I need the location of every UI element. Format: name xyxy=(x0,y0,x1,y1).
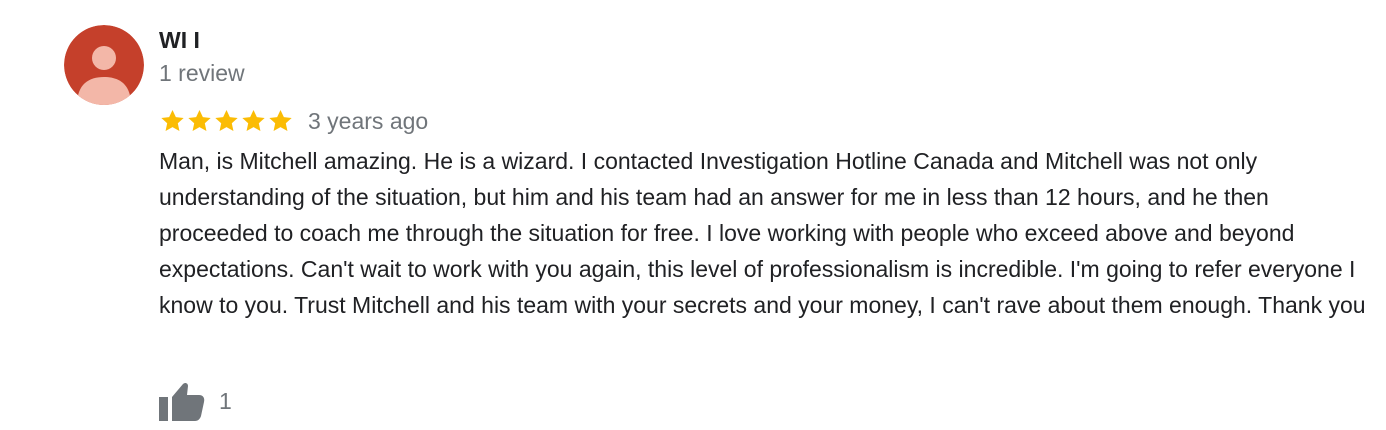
author-review-count: 1 review xyxy=(159,60,245,86)
star-icon xyxy=(161,109,184,131)
star-icon xyxy=(242,109,265,131)
thumbs-up-icon xyxy=(159,382,205,421)
review-card: WI I 1 review 3 years ago Man, is Mitche… xyxy=(0,0,1386,430)
star-icon xyxy=(215,109,238,131)
star-icon xyxy=(269,109,292,131)
like-count: 1 xyxy=(219,387,232,414)
author-avatar[interactable] xyxy=(64,25,144,105)
author-name[interactable]: WI I xyxy=(159,27,200,54)
star-rating xyxy=(159,108,294,134)
review-text: Man, is Mitchell amazing. He is a wizard… xyxy=(159,148,1366,318)
rating-row: 3 years ago xyxy=(159,106,428,136)
review-actions: 1 xyxy=(159,380,232,422)
like-button[interactable]: 1 xyxy=(159,380,232,422)
review-date: 3 years ago xyxy=(308,108,429,134)
star-icon xyxy=(188,109,211,131)
default-user-avatar-icon xyxy=(64,25,144,105)
